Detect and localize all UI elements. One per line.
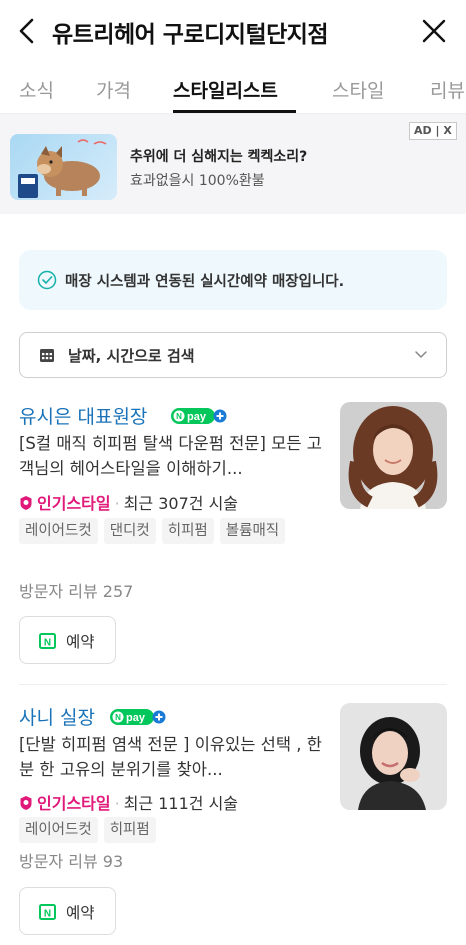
style-tag[interactable]: 댄디컷	[103, 518, 156, 544]
dog-illustration-icon	[18, 139, 107, 198]
npay-badge-icon: N pay	[110, 709, 166, 725]
npay-badge-icon: N pay	[171, 408, 227, 424]
chevron-down-icon	[415, 351, 427, 358]
book-label: 예약	[66, 633, 95, 651]
svg-text:N: N	[176, 412, 182, 421]
style-tags: 레이어드컷 댄디컷 히피펌 볼륨매직	[19, 518, 329, 550]
style-tag[interactable]: 레이어드컷	[19, 817, 98, 843]
tab-review[interactable]: 리뷰	[430, 76, 465, 103]
ad-subtitle: 효과없을시 100%환불	[130, 173, 265, 189]
popular-style-line: 인기스타일 · 최근 111건 시술	[19, 790, 238, 814]
svg-text:N: N	[115, 713, 121, 722]
ad-badge[interactable]: AD | X	[409, 122, 457, 140]
designer-description: [단발 히피펌 염색 전문 ] 이유있는 선택 , 한 분 한 고유의 분위기를…	[19, 735, 322, 779]
chevron-left-icon	[19, 18, 34, 44]
close-button[interactable]	[420, 17, 448, 45]
header: 유트리헤어 구로디지털단지점	[0, 0, 466, 62]
npay-label: pay	[126, 712, 146, 724]
style-tags: 레이어드컷 히피펌	[19, 817, 329, 849]
close-icon	[422, 19, 446, 43]
tab-news[interactable]: 소식	[19, 76, 54, 103]
ad-banner[interactable]: 추위에 더 심해지는 켁켁소리? 효과없을시 100%환불	[0, 114, 466, 214]
tab-stylist[interactable]: 스타일리스트	[173, 76, 278, 103]
active-tab-indicator	[173, 110, 296, 113]
designer-description: [S컬 매직 히피펌 탈색 다운펌 전문] 모든 고객님의 헤어스타일을 이해하…	[19, 434, 322, 478]
designer-photo[interactable]	[340, 402, 447, 509]
npay-label: pay	[187, 411, 207, 423]
popular-style-label: 인기스타일	[37, 794, 111, 813]
page-title: 유트리헤어 구로디지털단지점	[52, 22, 329, 48]
svg-text:N: N	[44, 909, 51, 920]
visitor-review-count[interactable]: 방문자 리뷰 93	[19, 848, 123, 872]
award-icon	[20, 496, 32, 510]
service-count: 최근 111건 시술	[123, 794, 239, 813]
service-count: 최근 307건 시술	[123, 494, 239, 513]
visitor-review-count[interactable]: 방문자 리뷰 257	[19, 578, 133, 602]
tab-bar: 소식 가격 스타일리스트 스타일 리뷰	[0, 62, 466, 114]
realtime-booking-notice: 매장 시스템과 연동된 실시간예약 매장입니다.	[19, 250, 447, 310]
naver-booking-icon: N	[39, 633, 56, 649]
divider	[19, 684, 447, 685]
calendar-icon	[40, 349, 54, 362]
notice-text: 매장 시스템과 연동된 실시간예약 매장입니다.	[65, 274, 345, 290]
naver-booking-icon: N	[39, 904, 56, 920]
style-tag[interactable]: 히피펌	[103, 817, 156, 843]
portrait-image	[340, 402, 447, 509]
ad-title: 추위에 더 심해지는 켁켁소리?	[130, 149, 308, 165]
tab-price[interactable]: 가격	[96, 76, 131, 103]
designer-name[interactable]: 유시은 대표원장	[19, 402, 147, 429]
ad-thumbnail	[10, 134, 117, 200]
book-label: 예약	[66, 904, 95, 922]
date-time-search-dropdown[interactable]: 날짜, 시간으로 검색	[19, 332, 447, 378]
popular-style-line: 인기스타일 · 최근 307건 시술	[19, 490, 238, 514]
svg-text:N: N	[44, 638, 51, 649]
book-button[interactable]: N 예약	[19, 616, 116, 664]
award-icon	[20, 796, 32, 810]
popular-style-label: 인기스타일	[37, 494, 111, 513]
check-circle-icon	[37, 270, 57, 290]
book-button[interactable]: N 예약	[19, 887, 116, 935]
style-tag[interactable]: 레이어드컷	[19, 518, 98, 544]
style-tag[interactable]: 히피펌	[161, 518, 214, 544]
designer-name[interactable]: 사니 실장	[19, 703, 95, 730]
search-label: 날짜, 시간으로 검색	[68, 347, 195, 365]
back-button[interactable]	[14, 16, 42, 46]
style-tag[interactable]: 볼륨매직	[219, 518, 286, 544]
portrait-image	[340, 703, 447, 810]
tab-style[interactable]: 스타일	[332, 76, 384, 103]
designer-photo[interactable]	[340, 703, 447, 810]
